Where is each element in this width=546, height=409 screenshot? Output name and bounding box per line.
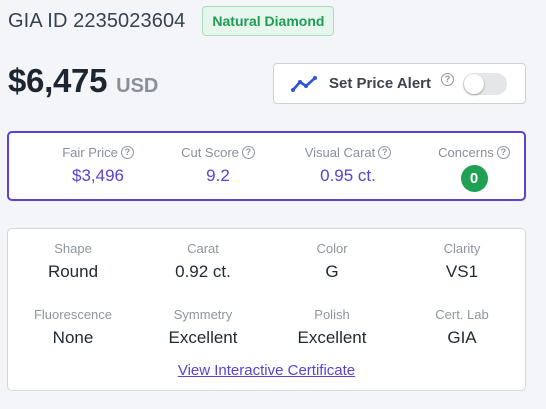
spec-label: Polish (314, 307, 350, 322)
fair-price-label: Fair Price? (33, 145, 163, 160)
spec-color: Color G (267, 241, 397, 282)
spec-symmetry: Symmetry Excellent (138, 307, 268, 348)
spec-label: Color (316, 241, 348, 256)
spec-fluorescence: Fluorescence None (8, 307, 138, 348)
cut-score: Cut Score? 9.2 (153, 145, 283, 186)
spec-value: G (325, 262, 339, 281)
diamond-header: GIA ID 2235023604 Natural Diamond (8, 6, 335, 36)
fair-price-score: Fair Price? $3,496 (33, 145, 163, 186)
spec-shape: Shape Round (8, 241, 138, 282)
spec-polish: Polish Excellent (267, 307, 397, 348)
spec-value: Excellent (168, 328, 238, 347)
view-certificate-link[interactable]: View Interactive Certificate (8, 362, 525, 379)
spec-label: Fluorescence (33, 307, 113, 322)
toggle-knob (464, 74, 484, 94)
cut-score-label: Cut Score? (153, 145, 283, 160)
spec-label: Shape (54, 241, 92, 256)
spec-clarity: Clarity VS1 (397, 241, 527, 282)
spec-label: Clarity (443, 241, 481, 256)
spec-cert-lab: Cert. Lab GIA (397, 307, 527, 348)
concerns-score: Concerns? 0 (409, 145, 539, 192)
visual-carat-help-icon[interactable]: ? (378, 146, 392, 159)
concerns-label: Concerns? (409, 145, 539, 160)
spec-value: 0.92 ct. (175, 262, 231, 281)
spec-value: GIA (447, 328, 477, 347)
spec-label: Carat (187, 241, 219, 256)
spec-label: Symmetry (173, 307, 233, 322)
fair-price-help-icon[interactable]: ? (120, 146, 134, 159)
visual-carat-score: Visual Carat? 0.95 ct. (283, 145, 413, 186)
price-alert-toggle[interactable] (463, 73, 507, 95)
set-price-alert-label: Set Price Alert (329, 75, 431, 92)
price-row: $6,475 USD (8, 62, 158, 100)
price-currency: USD (116, 75, 159, 97)
spec-value: VS1 (445, 262, 479, 281)
price-amount: $6,475 (8, 62, 108, 99)
concerns-count-badge[interactable]: 0 (460, 165, 488, 192)
visual-carat-label: Visual Carat? (283, 145, 413, 160)
cut-score-value: 9.2 (206, 166, 230, 185)
visual-carat-value: 0.95 ct. (320, 166, 376, 185)
spec-value: None (52, 328, 94, 347)
gia-id-title: GIA ID 2235023604 (8, 9, 186, 32)
specs-panel: Shape Round Carat 0.92 ct. Color G Clari… (7, 228, 526, 391)
trend-line-icon (291, 76, 317, 92)
set-price-alert-button[interactable]: Set Price Alert (273, 63, 526, 104)
natural-diamond-badge: Natural Diamond (202, 6, 335, 36)
spec-carat: Carat 0.92 ct. (138, 241, 268, 282)
price-alert-help-icon[interactable]: ? (441, 73, 454, 86)
cut-score-help-icon[interactable]: ? (241, 146, 255, 159)
spec-value: Round (47, 262, 99, 281)
score-panel: Fair Price? $3,496 Cut Score? 9.2 Visual… (7, 131, 526, 201)
concerns-help-icon[interactable]: ? (496, 146, 510, 159)
spec-label: Cert. Lab (435, 307, 489, 322)
spec-value: Excellent (297, 328, 367, 347)
fair-price-value: $3,496 (72, 166, 124, 185)
